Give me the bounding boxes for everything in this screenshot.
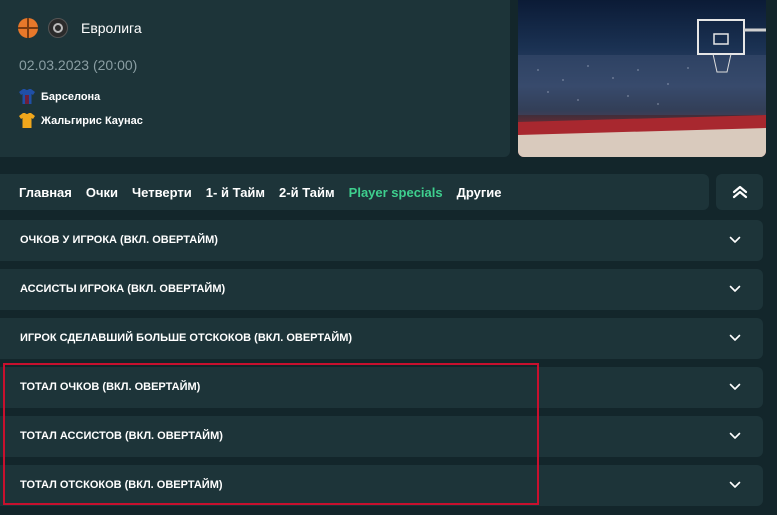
jersey-home-icon xyxy=(19,88,35,105)
chevron-down-icon xyxy=(729,236,741,243)
league-row: Евролига xyxy=(18,18,142,38)
match-date: 02.03.2023 (20:00) xyxy=(19,57,138,73)
chevron-down-icon xyxy=(729,285,741,292)
market-accordion-player-points[interactable]: ОЧКОВ У ИГРОКА (ВКЛ. ОВЕРТАЙМ) xyxy=(0,220,763,261)
chevron-down-icon xyxy=(729,383,741,390)
team-home: Барселона xyxy=(19,88,100,105)
chevron-down-icon xyxy=(729,432,741,439)
tab-points[interactable]: Очки xyxy=(86,185,118,200)
market-accordion-total-assists[interactable]: ТОТАЛ АССИСТОВ (ВКЛ. ОВЕРТАЙМ) xyxy=(0,416,763,457)
market-label: ТОТАЛ ОТСКОКОВ (ВКЛ. ОВЕРТАЙМ) xyxy=(20,479,223,491)
tab-first-half[interactable]: 1- й Тайм xyxy=(206,185,265,200)
market-accordion-total-points[interactable]: ТОТАЛ ОЧКОВ (ВКЛ. ОВЕРТАЙМ) xyxy=(0,367,763,408)
tabs-bar: Главная Очки Четверти 1- й Тайм 2-й Тайм… xyxy=(0,174,709,210)
collapse-all-button[interactable] xyxy=(716,174,763,210)
market-label: ИГРОК СДЕЛАВШИЙ БОЛЬШЕ ОТСКОКОВ (ВКЛ. ОВ… xyxy=(20,332,353,344)
chevron-down-icon xyxy=(729,481,741,488)
market-label: ТОТАЛ ОЧКОВ (ВКЛ. ОВЕРТАЙМ) xyxy=(20,381,201,393)
market-label: ОЧКОВ У ИГРОКА (ВКЛ. ОВЕРТАЙМ) xyxy=(20,234,218,246)
chevron-down-icon xyxy=(729,334,741,341)
tab-other[interactable]: Другие xyxy=(457,185,502,200)
tab-second-half[interactable]: 2-й Тайм xyxy=(279,185,335,200)
league-name: Евролига xyxy=(81,20,142,36)
euroleague-logo-icon xyxy=(48,18,68,38)
market-label: АССИСТЫ ИГРОКА (ВКЛ. ОВЕРТАЙМ) xyxy=(20,283,226,295)
basketball-icon xyxy=(18,18,38,38)
jersey-away-icon xyxy=(19,112,35,129)
market-accordion-most-rebounds[interactable]: ИГРОК СДЕЛАВШИЙ БОЛЬШЕ ОТСКОКОВ (ВКЛ. ОВ… xyxy=(0,318,763,359)
market-label: ТОТАЛ АССИСТОВ (ВКЛ. ОВЕРТАЙМ) xyxy=(20,430,223,442)
tab-quarters[interactable]: Четверти xyxy=(132,185,192,200)
team-away: Жальгирис Каунас xyxy=(19,112,143,129)
team-away-name: Жальгирис Каунас xyxy=(41,114,143,127)
tab-main[interactable]: Главная xyxy=(19,185,72,200)
team-home-name: Барселона xyxy=(41,90,101,103)
double-chevron-up-icon xyxy=(732,185,747,199)
arena-image xyxy=(518,0,766,157)
market-accordion-player-assists[interactable]: АССИСТЫ ИГРОКА (ВКЛ. ОВЕРТАЙМ) xyxy=(0,269,763,310)
tab-player-specials[interactable]: Player specials xyxy=(349,185,443,200)
match-card: Евролига 02.03.2023 (20:00) Барселона Жа… xyxy=(0,0,510,157)
market-accordion-total-rebounds[interactable]: ТОТАЛ ОТСКОКОВ (ВКЛ. ОВЕРТАЙМ) xyxy=(0,465,763,506)
